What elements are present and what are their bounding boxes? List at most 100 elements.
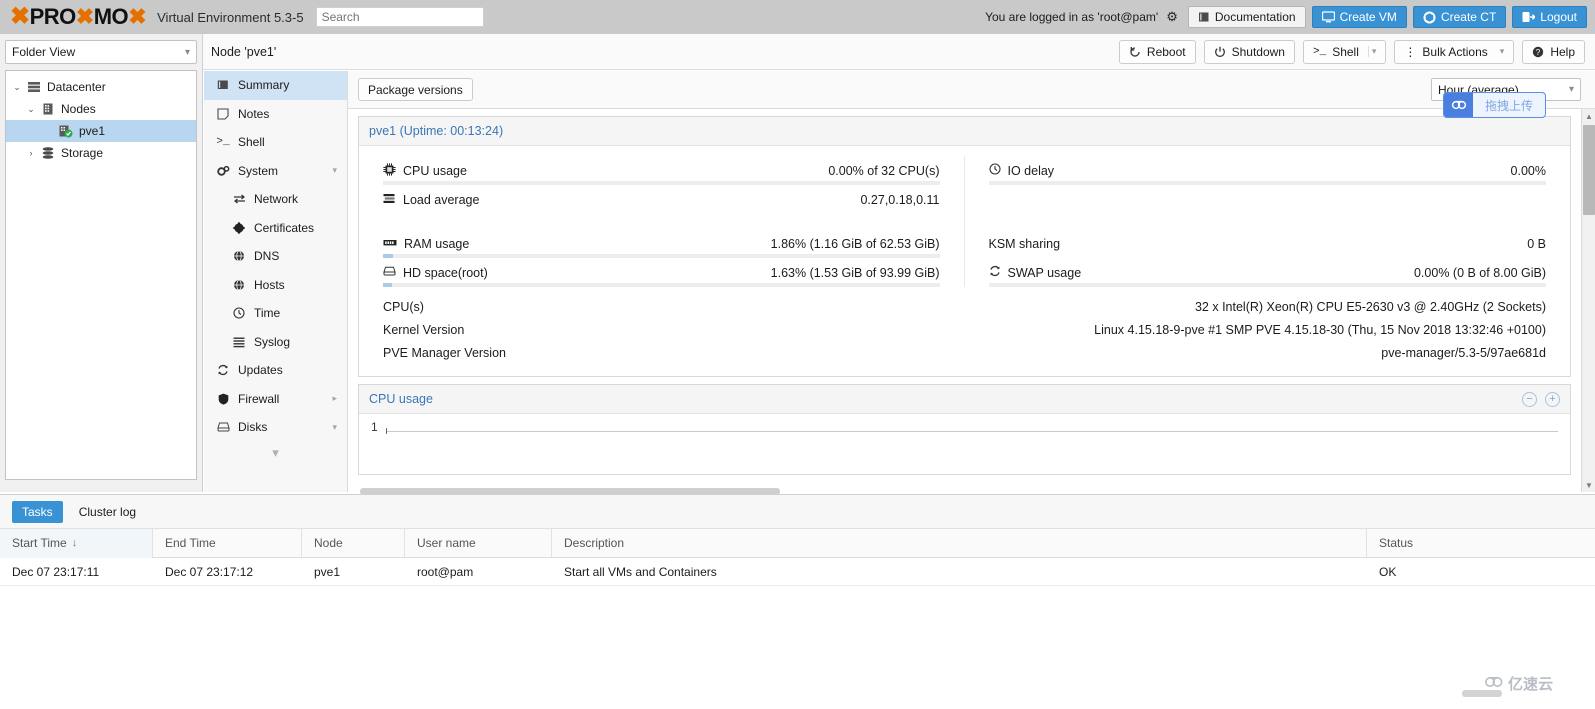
scroll-down-arrow-icon[interactable]: ▼ — [1582, 478, 1595, 492]
cpu-usage-chart-panel: CPU usage − + 1 — [358, 384, 1571, 475]
column-header-user-name[interactable]: User name — [405, 528, 552, 558]
table-row[interactable]: Dec 07 23:17:11 Dec 07 23:17:12 pve1 roo… — [0, 558, 1595, 586]
stat-cpu-usage: CPU usage 0.00% of 32 CPU(s) — [383, 156, 940, 185]
scrollbar-thumb[interactable] — [1583, 125, 1595, 215]
node-toolbar: Node 'pve1' Reboot Shutdown >_ Shell ▾ ⋮… — [203, 34, 1595, 70]
container-icon — [1423, 11, 1436, 23]
column-label: Status — [1379, 536, 1414, 550]
tasks-panel: Tasks Cluster log Start Time ↓ End Time … — [0, 494, 1595, 709]
column-header-description[interactable]: Description — [552, 528, 1367, 558]
search-input[interactable] — [315, 7, 484, 27]
shutdown-button[interactable]: Shutdown — [1203, 39, 1295, 64]
help-button[interactable]: ? Help — [1522, 39, 1585, 64]
nav-item-label: Notes — [238, 106, 270, 121]
cell-end-time: Dec 07 23:17:12 — [165, 564, 254, 579]
logout-button[interactable]: Logout — [1512, 6, 1587, 28]
column-label: End Time — [165, 536, 216, 550]
tab-tasks[interactable]: Tasks — [12, 500, 63, 523]
stat-label: IO delay — [1007, 163, 1055, 178]
nav-item-syslog[interactable]: Syslog — [204, 328, 347, 357]
reboot-icon — [1130, 46, 1140, 57]
cell-description: Start all VMs and Containers — [564, 564, 717, 579]
tree-item-pve1[interactable]: pve1 — [6, 120, 196, 142]
column-label: User name — [417, 536, 476, 550]
nav-item-network[interactable]: Network — [204, 185, 347, 214]
logo-text-part1: PRO — [29, 4, 77, 29]
hosts-icon — [230, 279, 248, 291]
column-header-end-time[interactable]: End Time — [153, 528, 302, 558]
nav-item-updates[interactable]: Updates — [204, 356, 347, 385]
stat-hd-space: HD space(root) 1.63% (1.53 GiB of 93.99 … — [383, 258, 940, 287]
create-vm-button[interactable]: Create VM — [1311, 6, 1407, 28]
column-header-node[interactable]: Node — [302, 528, 405, 558]
nav-scroll-more-icon[interactable]: ▾ — [204, 442, 347, 464]
plus-circle-icon[interactable]: + — [1545, 391, 1560, 407]
create-ct-button[interactable]: Create CT — [1412, 6, 1507, 28]
column-header-start-time[interactable]: Start Time ↓ — [0, 528, 153, 558]
nav-item-summary[interactable]: Summary — [204, 71, 347, 100]
nav-item-disks[interactable]: Disks ▾ — [204, 413, 347, 442]
nav-item-label: Network — [254, 192, 299, 207]
gear-icon[interactable]: ⚙ — [1166, 9, 1178, 25]
view-selector-dropdown[interactable]: Folder View ▾ — [5, 40, 197, 64]
nodes-icon — [38, 102, 58, 116]
scroll-up-arrow-icon[interactable]: ▲ — [1582, 109, 1595, 123]
cloud-upload-icon — [1444, 93, 1473, 117]
tab-cluster-log[interactable]: Cluster log — [69, 501, 146, 523]
resource-tree: ⌄ Datacenter ⌄ Nodes pve1 › Storage — [5, 70, 197, 480]
expander-icon[interactable]: ⌄ — [24, 104, 38, 115]
nav-item-system[interactable]: System ▾ — [204, 157, 347, 186]
documentation-button[interactable]: Documentation — [1187, 6, 1306, 28]
node-toolbar-actions: Reboot Shutdown >_ Shell ▾ ⋮ Bulk Action… — [1118, 39, 1595, 64]
nav-item-shell[interactable]: >_ Shell — [204, 128, 347, 157]
load-icon — [383, 192, 396, 207]
summary-stats-right: IO delay 0.00% KSM sharing 0 B SWAP usag… — [965, 156, 1571, 287]
expander-icon[interactable]: ⌄ — [10, 82, 24, 93]
proxmox-logo[interactable]: ✖ PRO ✖ MO ✖ — [10, 4, 147, 30]
node-info-table: CPU(s) 32 x Intel(R) Xeon(R) CPU E5-2630… — [359, 291, 1570, 376]
nav-item-label: DNS — [254, 249, 280, 264]
cpu-chart-y-label: 1 — [371, 420, 378, 434]
stat-label: Load average — [403, 192, 480, 207]
stat-ksm-sharing: KSM sharing 0 B — [989, 229, 1547, 258]
nav-item-time[interactable]: Time — [204, 299, 347, 328]
chevron-down-icon[interactable]: ▾ — [1367, 46, 1376, 57]
chevron-down-icon[interactable]: ▾ — [332, 422, 337, 433]
chevron-down-icon: ▾ — [1568, 84, 1574, 95]
documentation-label: Documentation — [1214, 10, 1296, 24]
tab-label: Cluster log — [78, 504, 137, 519]
drag-upload-widget[interactable]: 拖拽上传 — [1443, 92, 1546, 118]
nav-item-hosts[interactable]: Hosts — [204, 271, 347, 300]
stat-label: RAM usage — [404, 236, 470, 251]
shell-label: Shell — [1332, 44, 1359, 59]
reboot-button[interactable]: Reboot — [1118, 39, 1196, 64]
column-header-status[interactable]: Status — [1367, 529, 1595, 558]
nav-item-dns[interactable]: DNS — [204, 242, 347, 271]
chevron-down-icon[interactable]: ▾ — [1497, 46, 1505, 57]
minus-circle-icon[interactable]: − — [1522, 391, 1537, 407]
tree-item-datacenter[interactable]: ⌄ Datacenter — [6, 76, 196, 98]
tree-item-nodes[interactable]: ⌄ Nodes — [6, 98, 196, 120]
info-label: Kernel Version — [383, 322, 465, 337]
nav-item-certificates[interactable]: Certificates — [204, 214, 347, 243]
bulk-actions-button[interactable]: ⋮ Bulk Actions ▾ — [1394, 39, 1515, 64]
shell-button[interactable]: >_ Shell ▾ — [1302, 39, 1387, 64]
tree-item-storage[interactable]: › Storage — [6, 142, 196, 164]
cpu-chart-tools: − + — [1522, 391, 1560, 407]
nav-item-notes[interactable]: Notes — [204, 100, 347, 129]
chevron-down-icon[interactable]: ▾ — [332, 165, 337, 176]
cloud-icon — [1484, 675, 1504, 692]
info-value: pve-manager/5.3-5/97ae681d — [1381, 345, 1546, 360]
cpu-chart-header: CPU usage − + — [359, 385, 1570, 414]
ram-icon — [383, 237, 397, 251]
chevron-right-icon[interactable]: ▸ — [332, 393, 337, 404]
nav-item-firewall[interactable]: Firewall ▸ — [204, 385, 347, 414]
firewall-icon — [214, 393, 232, 405]
cell-start-time: Dec 07 23:17:11 — [12, 564, 100, 579]
tab-label: Tasks — [22, 504, 53, 519]
summary-stats: CPU usage 0.00% of 32 CPU(s) Load averag… — [359, 146, 1570, 291]
expander-icon[interactable]: › — [24, 148, 38, 158]
create-ct-label: Create CT — [1440, 10, 1497, 24]
main-vertical-scrollbar[interactable]: ▲ ▼ — [1581, 109, 1595, 492]
package-versions-button[interactable]: Package versions — [358, 78, 473, 101]
